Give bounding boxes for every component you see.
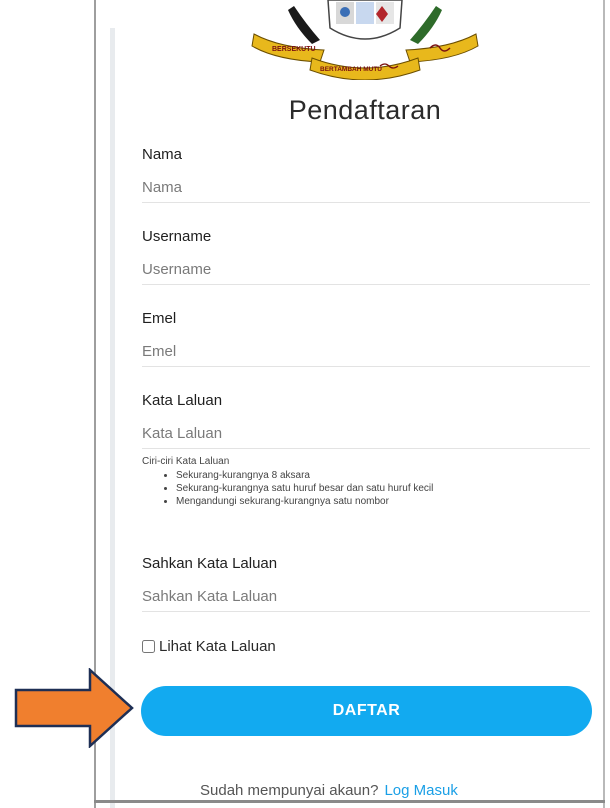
password-rule: Sekurang-kurangnya satu huruf besar dan … (176, 482, 592, 495)
name-input[interactable] (142, 172, 590, 203)
svg-text:BERTAMBAH MUTU: BERTAMBAH MUTU (320, 66, 382, 73)
username-label: Username (142, 228, 212, 245)
login-prompt-text: Sudah mempunyai akaun? (200, 782, 379, 799)
username-input[interactable] (142, 254, 590, 285)
show-password-label: Lihat Kata Laluan (159, 638, 276, 655)
confirm-password-field: Sahkan Kata Laluan (142, 555, 590, 612)
email-field: Emel (142, 310, 590, 367)
password-rules-list: Sekurang-kurangnya 8 aksara Sekurang-kur… (142, 469, 592, 508)
login-link[interactable]: Log Masuk (384, 782, 457, 799)
password-label: Kata Laluan (142, 392, 223, 409)
password-rule: Sekurang-kurangnya 8 aksara (176, 469, 592, 482)
password-rules-heading: Ciri-ciri Kata Laluan (142, 456, 230, 467)
crest-logo-icon: BERSEKUTU BERTAMBAH MUTU (251, 0, 479, 80)
svg-text:BERSEKUTU: BERSEKUTU (272, 46, 316, 53)
confirm-password-input[interactable] (142, 581, 590, 612)
show-password-checkbox[interactable] (142, 640, 155, 653)
password-rules: Ciri-ciri Kata Laluan Sekurang-kurangnya… (142, 456, 592, 508)
password-input[interactable] (142, 418, 590, 449)
password-rule: Mengandungi sekurang-kurangnya satu nomb… (176, 495, 592, 508)
name-label: Nama (142, 146, 183, 163)
password-field: Kata Laluan (142, 392, 590, 449)
page: BERSEKUTU BERTAMBAH MUTU Pendaftaran Nam… (0, 0, 610, 808)
email-label: Emel (142, 310, 177, 327)
window-border-bottom (94, 800, 605, 803)
register-button[interactable]: DAFTAR (141, 686, 592, 736)
username-field: Username (142, 228, 590, 285)
confirm-password-label: Sahkan Kata Laluan (142, 555, 278, 572)
login-prompt: Sudah mempunyai akaun? Log Masuk (200, 782, 580, 799)
show-password-toggle[interactable]: Lihat Kata Laluan (142, 638, 276, 655)
page-title: Pendaftaran (288, 95, 442, 125)
email-input[interactable] (142, 336, 590, 367)
name-field: Nama (142, 146, 590, 203)
arrow-right-icon (14, 668, 134, 748)
